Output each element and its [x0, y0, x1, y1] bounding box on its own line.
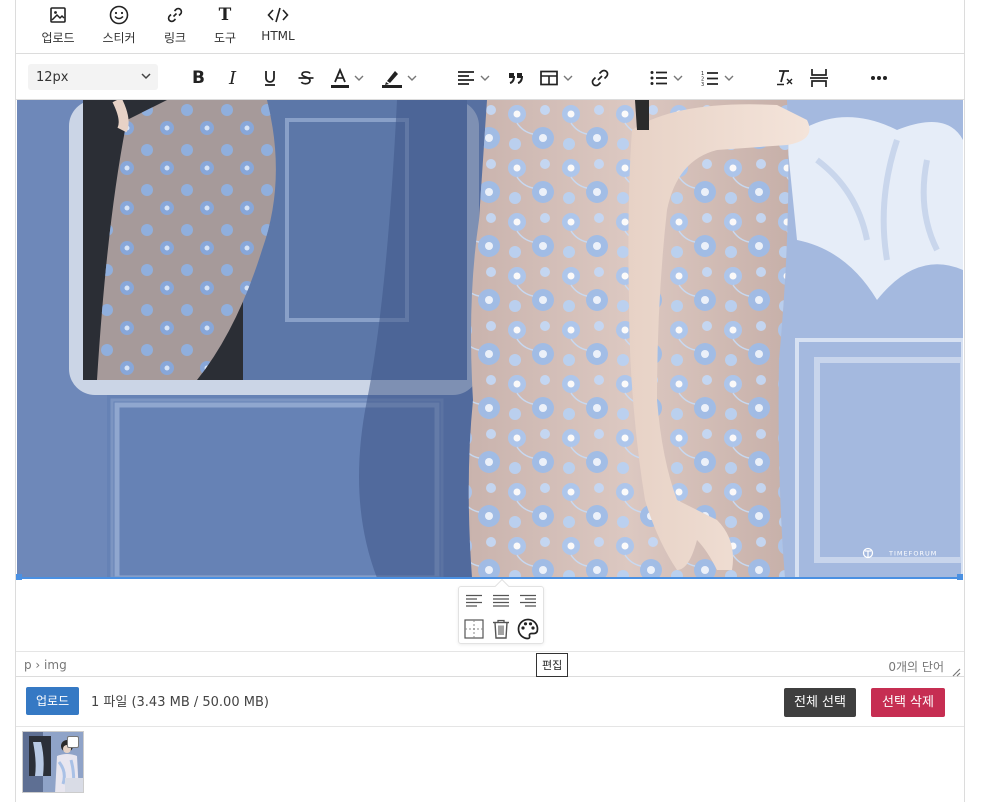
select-all-button[interactable]: 전체 선택: [784, 688, 856, 717]
chevron-down-icon: [480, 75, 490, 81]
chevron-down-icon: [724, 75, 734, 81]
image-selection-border: [17, 577, 963, 579]
clear-format-button[interactable]: [776, 67, 794, 89]
bullet-list-button[interactable]: [650, 67, 684, 89]
italic-icon: I: [229, 67, 237, 89]
clear-format-icon: [777, 70, 793, 86]
chevron-down-icon: [673, 75, 683, 81]
italic-button[interactable]: I: [229, 67, 236, 89]
strikethrough-icon: [298, 71, 314, 85]
editor-top-tools: 업로드 스티커 링크 T 도구 HTML: [16, 0, 964, 54]
image-size-button[interactable]: [462, 617, 486, 641]
smiley-icon: [109, 4, 129, 26]
word-count: 0개의 단어: [888, 660, 944, 674]
file-info: 1 파일 (3.43 MB / 50.00 MB): [91, 695, 269, 710]
upload-tool[interactable]: 업로드: [28, 4, 88, 46]
table-button[interactable]: [540, 67, 574, 89]
font-size-select[interactable]: 12px: [28, 64, 158, 90]
underline-button[interactable]: [262, 67, 278, 89]
editor-status-bar: p › img 0개의 단어: [16, 651, 964, 677]
chevron-down-icon: [407, 75, 417, 81]
bullet-list-icon: [650, 71, 667, 85]
align-left-icon: [458, 71, 474, 85]
element-path[interactable]: p › img: [24, 658, 67, 672]
quote-icon: [509, 73, 523, 84]
strikethrough-button[interactable]: [297, 67, 315, 89]
trash-icon: [493, 619, 509, 639]
blockquote-button[interactable]: [508, 67, 524, 89]
text-tool-label: 도구: [213, 31, 237, 45]
sticker-tool-label: 스티커: [102, 31, 136, 45]
chevron-down-icon: [563, 75, 573, 81]
align-center-icon: [493, 594, 509, 607]
code-icon: [267, 4, 289, 26]
bold-button[interactable]: B: [192, 67, 205, 89]
link-icon: [591, 69, 609, 87]
upload-button[interactable]: 업로드: [26, 687, 80, 715]
font-color-icon: [331, 68, 349, 88]
horizontal-rule-button[interactable]: [810, 67, 828, 89]
chevron-down-icon: [354, 75, 364, 81]
bold-icon: B: [192, 68, 205, 88]
svg-text:3: 3: [701, 82, 704, 87]
thumbnail-checkbox[interactable]: [67, 736, 79, 748]
font-color-button[interactable]: [331, 67, 365, 89]
watermark-text: TIMEFORUM: [888, 550, 937, 558]
image-edit-button[interactable]: [516, 617, 540, 641]
numbered-list-icon: 123: [701, 71, 718, 87]
underline-icon: [265, 71, 275, 86]
editor-frame: 업로드 스티커 링크 T 도구 HTML 12px B I 1 2 3 TIME…: [15, 0, 965, 802]
insert-link-button[interactable]: [590, 67, 610, 89]
format-toolbar: 12px B I 1 2 3: [16, 55, 964, 100]
font-size-value: 12px: [36, 70, 69, 85]
image-popup-toolbar: [458, 578, 544, 644]
sticker-tool[interactable]: 스티커: [89, 4, 149, 46]
edit-tooltip: 편집: [536, 653, 569, 677]
image-align-right-button[interactable]: [516, 589, 540, 613]
horizontal-rule-icon: [810, 69, 828, 87]
attachment-thumbnail[interactable]: [22, 731, 84, 793]
resize-handle-right[interactable]: [957, 574, 963, 580]
attachment-thumbnails: [16, 727, 964, 802]
html-tool[interactable]: HTML: [248, 4, 308, 43]
highlighter-icon: [382, 71, 402, 88]
image-delete-button[interactable]: [489, 617, 513, 641]
attachment-bar: 업로드 1 파일 (3.43 MB / 50.00 MB) 전체 선택 선택 삭…: [16, 677, 964, 727]
table-icon: [540, 70, 558, 86]
upload-tool-label: 업로드: [41, 31, 75, 45]
align-button[interactable]: [457, 67, 491, 89]
image-align-left-button[interactable]: [462, 589, 486, 613]
highlight-color-button[interactable]: [382, 67, 418, 89]
text-tool-icon: T: [218, 5, 232, 25]
palette-icon: [517, 618, 539, 640]
image-icon: [49, 4, 67, 26]
link-icon: [166, 4, 184, 26]
image-align-center-button[interactable]: [489, 589, 513, 613]
numbered-list-button[interactable]: 123: [701, 67, 735, 89]
link-tool-label: 링크: [163, 31, 187, 45]
more-options-button[interactable]: [870, 67, 888, 89]
resize-handle-left[interactable]: [16, 574, 22, 580]
align-right-icon: [520, 594, 536, 607]
text-tool[interactable]: T 도구: [195, 4, 255, 46]
chevron-down-icon: [140, 70, 152, 86]
html-tool-label: HTML: [261, 29, 295, 43]
editor-image[interactable]: TIMEFORUM: [17, 100, 963, 578]
more-horizontal-icon: [871, 76, 887, 80]
align-left-icon: [466, 594, 482, 607]
resize-frame-icon: [464, 619, 484, 639]
delete-selected-button[interactable]: 선택 삭제: [871, 688, 945, 717]
